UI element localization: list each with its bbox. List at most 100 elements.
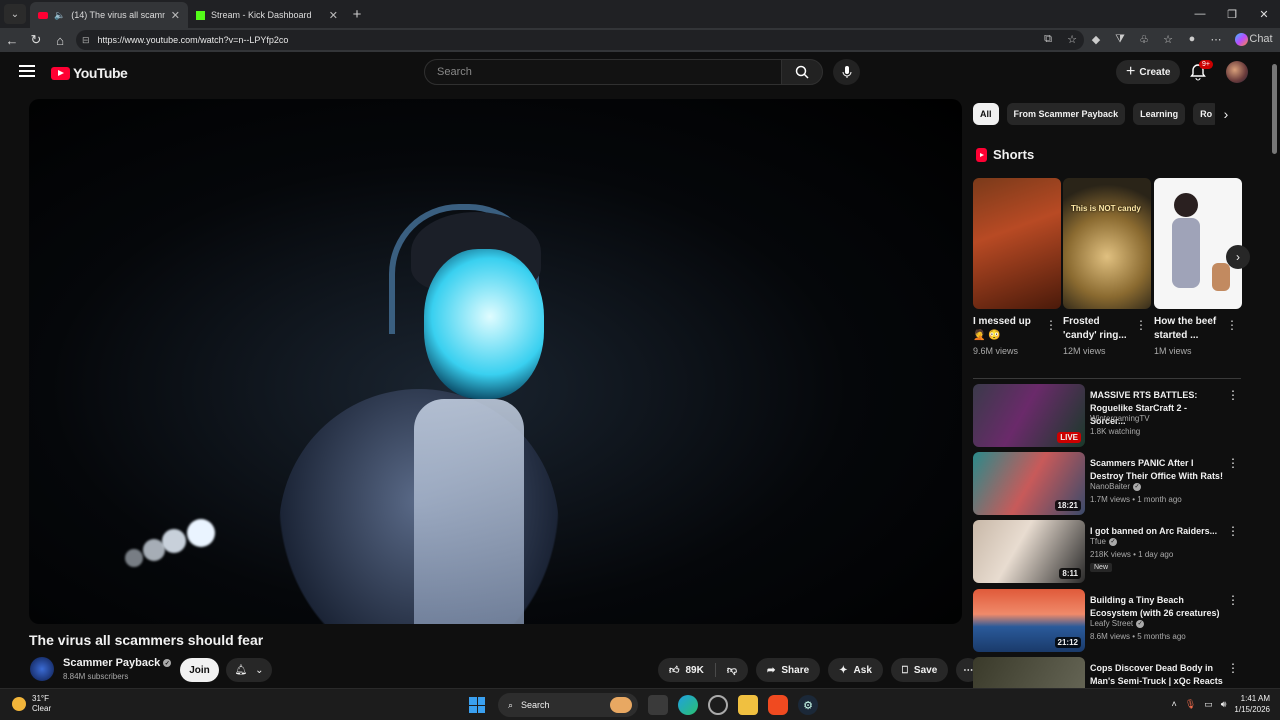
voice-search-button[interactable] xyxy=(833,59,860,85)
site-info-icon[interactable]: ⊟ xyxy=(82,35,90,46)
short-item[interactable]: How the beef started ... 1M views ⋮ xyxy=(1154,178,1242,356)
windows-start-icon[interactable] xyxy=(466,694,488,716)
ask-button[interactable]: ✦ Ask xyxy=(828,658,883,682)
chevron-up-icon[interactable]: ˄ xyxy=(1172,699,1177,709)
chrome-icon[interactable] xyxy=(708,695,728,715)
thumbs-down-icon: 👎︎ xyxy=(726,665,737,676)
filter-chips: All From Scammer Payback Learning Ro xyxy=(973,103,1235,125)
favorite-star-icon[interactable]: ☆ xyxy=(1063,30,1081,48)
favorites-icon[interactable]: ☆ xyxy=(1159,30,1177,48)
chip-learning[interactable]: Learning xyxy=(1133,103,1186,125)
extension-icon[interactable]: ◆ xyxy=(1087,30,1105,48)
more-options-icon[interactable]: ⋯ xyxy=(1207,30,1225,48)
refresh-icon[interactable]: ↻ xyxy=(24,32,48,48)
close-tab-icon[interactable]: ✕ xyxy=(329,9,338,22)
dislike-button[interactable]: 👎︎ xyxy=(716,658,748,682)
steam-icon[interactable]: ⚙ xyxy=(798,695,818,715)
short-thumbnail[interactable]: This is NOT candy xyxy=(1063,178,1151,309)
more-vertical-icon[interactable]: ⋮ xyxy=(1227,388,1239,402)
tab-actions-menu[interactable]: ⌄ xyxy=(4,4,26,24)
recommended-video[interactable]: LIVE MASSIVE RTS BATTLES: Roguelike Star… xyxy=(973,384,1241,448)
back-icon[interactable]: ← xyxy=(0,33,24,48)
channel-name[interactable]: Leafy Street ✓ xyxy=(1090,619,1145,628)
close-window-button[interactable]: ✕ xyxy=(1248,0,1280,28)
more-vertical-icon[interactable]: ⋮ xyxy=(1227,456,1239,470)
close-tab-icon[interactable]: ✕ xyxy=(171,9,180,22)
weather-widget[interactable]: 31°F Clear xyxy=(12,694,51,714)
url-field[interactable]: ⊟ https://www.youtube.com/watch?v=n--LPY… xyxy=(76,30,1084,50)
file-explorer-icon[interactable] xyxy=(738,695,758,715)
window-controls: — ❐ ✕ xyxy=(1184,0,1280,28)
task-view-icon[interactable] xyxy=(648,695,668,715)
copilot-chat-button[interactable]: Chat xyxy=(1231,30,1274,48)
save-button[interactable]: ⎕ Save xyxy=(890,658,949,682)
minimize-button[interactable]: — xyxy=(1184,0,1216,28)
extensions-puzzle-icon[interactable]: ⧩ xyxy=(1111,30,1129,48)
clock[interactable]: 1:41 AM 1/15/2026 xyxy=(1234,693,1270,715)
chip-all[interactable]: All xyxy=(973,103,999,125)
create-button[interactable]: + Create xyxy=(1116,60,1181,84)
menu-icon[interactable] xyxy=(19,65,35,77)
channel-avatar[interactable] xyxy=(30,657,54,681)
recommended-video[interactable]: 18:21 Scammers PANIC After I Destroy The… xyxy=(973,452,1241,516)
more-vertical-icon[interactable]: ⋮ xyxy=(1135,318,1147,332)
search-input[interactable]: Search xyxy=(424,59,782,85)
more-vertical-icon[interactable]: ⋮ xyxy=(1227,661,1239,675)
short-item[interactable]: This is NOT candy Frosted 'candy' ring..… xyxy=(1063,178,1151,356)
restore-button[interactable]: ❐ xyxy=(1216,0,1248,28)
system-tray: ˄ 🎙︎ ▭ 🔊︎ 1:41 AM 1/15/2026 xyxy=(1172,693,1270,715)
account-avatar[interactable] xyxy=(1226,61,1248,83)
subscription-bell-button[interactable]: 🔔︎ ⌄ xyxy=(226,658,272,682)
recommended-video[interactable]: 8:11 I got banned on Arc Raiders... Tfue… xyxy=(973,520,1241,584)
short-item[interactable]: I messed up 🤦 😳 9.6M views ⋮ xyxy=(973,178,1061,356)
taskbar-search[interactable]: ⌕ Search xyxy=(498,693,638,717)
edge-browser-icon[interactable] xyxy=(678,695,698,715)
tab-title: Stream - Kick Dashboard xyxy=(211,10,312,20)
search-button[interactable] xyxy=(781,59,823,85)
more-horizontal-icon: ⋯ xyxy=(963,664,974,676)
home-icon[interactable]: ⌂ xyxy=(48,33,72,48)
performance-icon[interactable]: ♧ xyxy=(1135,30,1153,48)
channel-name[interactable]: WintergamingTV xyxy=(1090,414,1150,423)
chips-next-arrow-icon[interactable]: › xyxy=(1215,103,1237,125)
more-vertical-icon[interactable]: ⋮ xyxy=(1227,524,1239,538)
channel-name[interactable]: Scammer Payback ✓ xyxy=(63,657,172,669)
channel-name[interactable]: Tfue ✓ xyxy=(1090,537,1118,546)
video-thumbnail[interactable]: 21:12 xyxy=(973,589,1085,652)
recommended-video[interactable]: 21:12 Building a Tiny Beach Ecosystem (w… xyxy=(973,589,1241,653)
like-button[interactable]: 👍︎ 89K xyxy=(658,658,715,682)
chip-from-channel[interactable]: From Scammer Payback xyxy=(1006,103,1126,125)
thumbs-up-icon: 👍︎ xyxy=(669,665,680,676)
recommended-video[interactable]: Cops Discover Dead Body in Man's Semi-Tr… xyxy=(973,657,1241,688)
network-icon[interactable]: ▭ xyxy=(1204,699,1213,710)
tab-kick[interactable]: Stream - Kick Dashboard ✕ xyxy=(188,2,346,28)
more-vertical-icon[interactable]: ⋮ xyxy=(1227,593,1239,607)
channel-name[interactable]: NanoBaiter ✓ xyxy=(1090,482,1142,491)
new-tab-button[interactable]: + xyxy=(346,6,368,23)
bell-icon: 🔔︎ xyxy=(234,664,248,676)
video-thumbnail[interactable]: 8:11 xyxy=(973,520,1085,583)
page-scrollbar[interactable] xyxy=(1270,52,1280,688)
split-screen-icon[interactable]: ⧉ xyxy=(1039,30,1057,48)
profile-icon[interactable]: ● xyxy=(1183,30,1201,48)
youtube-header: YouTube Search + Create 9+ xyxy=(0,52,1270,92)
volume-icon[interactable]: 🔊︎ xyxy=(1221,699,1227,710)
video-thumbnail[interactable] xyxy=(973,657,1085,688)
speaker-icon[interactable]: 🔈 xyxy=(54,10,65,21)
youtube-logo[interactable]: YouTube xyxy=(51,65,128,81)
microphone-icon[interactable]: 🎙︎ xyxy=(1185,699,1196,710)
brave-browser-icon[interactable] xyxy=(768,695,788,715)
video-player[interactable] xyxy=(29,99,962,624)
tab-youtube[interactable]: 🔈 (14) The virus all scammers sh ✕ xyxy=(30,2,188,28)
verified-check-icon: ✓ xyxy=(1109,537,1118,546)
weather-condition: Clear xyxy=(32,704,52,713)
join-button[interactable]: Join xyxy=(180,658,219,682)
short-thumbnail[interactable] xyxy=(973,178,1061,309)
more-vertical-icon[interactable]: ⋮ xyxy=(1045,318,1057,332)
shorts-next-arrow-icon[interactable]: › xyxy=(1226,245,1250,269)
video-thumbnail[interactable]: LIVE xyxy=(973,384,1085,447)
more-vertical-icon[interactable]: ⋮ xyxy=(1226,318,1238,332)
video-thumbnail[interactable]: 18:21 xyxy=(973,452,1085,515)
share-button[interactable]: ➦ Share xyxy=(755,658,821,682)
short-thumbnail[interactable] xyxy=(1154,178,1242,309)
